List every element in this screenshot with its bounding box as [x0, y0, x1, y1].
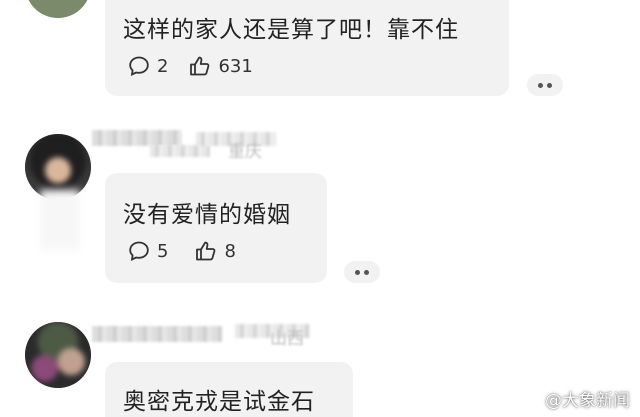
like-count: 8 — [224, 240, 236, 262]
comment-bubble: 奥密克戎是试金石 — [105, 362, 353, 417]
username-blurred — [92, 130, 182, 146]
more-options-icon — [355, 269, 360, 275]
more-options-button[interactable] — [527, 74, 563, 96]
comment-bubble-icon — [129, 241, 149, 262]
thumbs-up-icon — [190, 56, 210, 76]
like-button[interactable]: 8 — [194, 239, 236, 263]
comment-text: 这样的家人还是算了吧！靠不住 — [123, 17, 459, 43]
reply-button[interactable]: 5 — [127, 239, 168, 263]
like-button[interactable]: 631 — [188, 54, 253, 78]
user-location: 山西 — [270, 329, 304, 349]
avatar[interactable] — [25, 0, 91, 18]
reply-count: 2 — [157, 55, 169, 77]
comment-actions: 2 631 — [127, 54, 253, 78]
watermark-text: @大象新闻 — [545, 391, 630, 411]
comment-actions: 5 8 — [127, 239, 236, 263]
watermark: @大象新闻 — [524, 386, 630, 411]
username-blurred — [150, 145, 210, 157]
comment-bubble: 没有爱情的婚姻 5 8 — [105, 173, 327, 283]
reply-count: 5 — [157, 240, 169, 262]
thumbs-up-icon — [196, 241, 216, 261]
user-location: 重庆 — [228, 142, 262, 162]
username-blurred — [92, 326, 222, 342]
comment-bubble-icon — [129, 56, 149, 77]
comment-text: 没有爱情的婚姻 — [123, 202, 291, 228]
comment-text: 奥密克戎是试金石 — [123, 389, 315, 415]
like-count: 631 — [218, 55, 253, 77]
reply-button[interactable]: 2 — [127, 54, 168, 78]
comment-bubble: 这样的家人还是算了吧！靠不住 2 631 — [105, 0, 509, 96]
avatar[interactable] — [25, 322, 91, 388]
elephant-logo-icon — [524, 390, 542, 407]
more-options-button[interactable] — [344, 261, 380, 283]
more-options-icon — [538, 82, 543, 88]
